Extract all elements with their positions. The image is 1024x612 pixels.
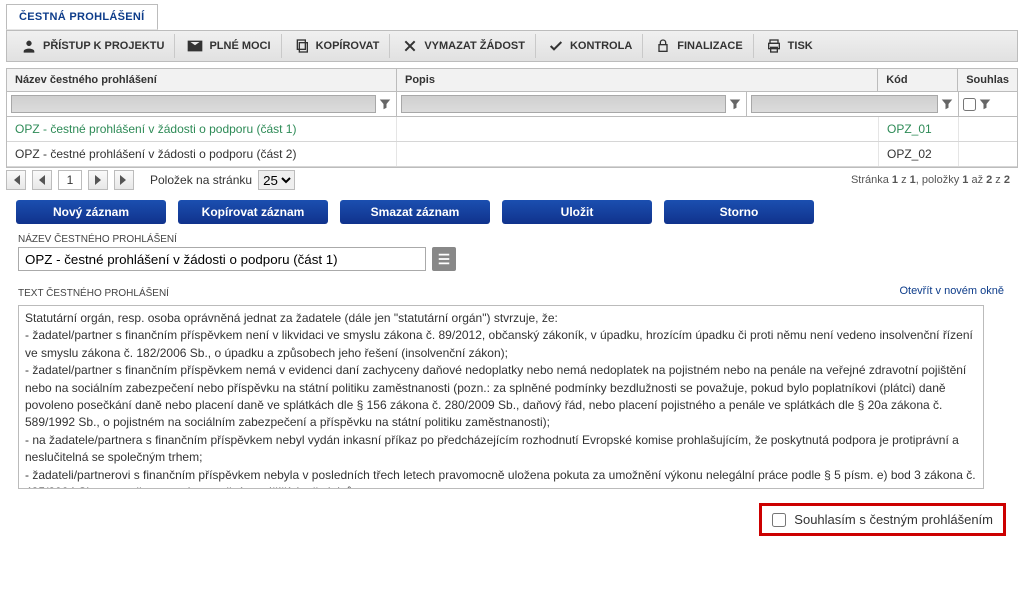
toolbar-label: KOPÍROVAT	[316, 40, 380, 52]
text-label: TEXT ČESTNÉHO PROHLÁŠENÍ	[18, 288, 169, 299]
toolbar-label: PLNÉ MOCI	[209, 40, 270, 52]
x-icon	[402, 38, 418, 54]
new-record-button[interactable]: Nový záznam	[16, 200, 166, 224]
pager-last[interactable]	[114, 170, 134, 190]
action-bar: Nový záznam Kopírovat záznam Smazat zázn…	[16, 200, 1008, 224]
table-row[interactable]: OPZ - čestné prohlášení v žádosti o podp…	[7, 117, 1017, 142]
pager-next[interactable]	[88, 170, 108, 190]
lock-icon	[655, 38, 671, 54]
toolbar-delete[interactable]: VYMAZAT ŽÁDOST	[392, 34, 536, 58]
toolbar-access-project[interactable]: PŘÍSTUP K PROJEKTU	[11, 34, 175, 58]
agree-label: Souhlasím s čestným prohlášením	[794, 512, 993, 527]
cell-code: OPZ_02	[879, 142, 959, 166]
cell-desc	[397, 142, 879, 166]
filter-code[interactable]	[751, 95, 938, 113]
copy-icon	[294, 38, 310, 54]
grid-header: Název čestného prohlášení Popis Kód Souh…	[7, 69, 1017, 92]
toolbar-poa[interactable]: PLNÉ MOCI	[177, 34, 281, 58]
per-page-label: Položek na stránku	[150, 173, 252, 187]
cell-name: OPZ - čestné prohlášení v žádosti o podp…	[7, 142, 397, 166]
pager-first[interactable]	[6, 170, 26, 190]
filter-desc[interactable]	[401, 95, 726, 113]
filter-agree[interactable]	[963, 98, 976, 111]
toolbar-label: FINALIZACE	[677, 40, 742, 52]
cell-name: OPZ - čestné prohlášení v žádosti o podp…	[7, 117, 397, 141]
envelope-icon	[187, 38, 203, 54]
table-row[interactable]: OPZ - čestné prohlášení v žádosti o podp…	[7, 142, 1017, 167]
save-button[interactable]: Uložit	[502, 200, 652, 224]
agree-checkbox[interactable]	[772, 513, 786, 527]
col-header-name[interactable]: Název čestného prohlášení	[7, 69, 397, 91]
pager-info: Stránka 1 z 1, položky 1 až 2 z 2	[851, 174, 1018, 186]
col-header-desc[interactable]: Popis	[397, 69, 878, 91]
cancel-button[interactable]: Storno	[664, 200, 814, 224]
col-header-code[interactable]: Kód	[878, 69, 958, 91]
cell-agree	[959, 142, 1017, 166]
filter-icon[interactable]	[940, 97, 954, 111]
toolbar-label: VYMAZAT ŽÁDOST	[424, 40, 525, 52]
filter-icon[interactable]	[728, 97, 742, 111]
page-tab: ČESTNÁ PROHLÁŠENÍ	[6, 4, 158, 30]
list-lookup-button[interactable]	[432, 247, 456, 271]
toolbar-print[interactable]: TISK	[756, 34, 823, 58]
toolbar-label: TISK	[788, 40, 813, 52]
delete-record-button[interactable]: Smazat záznam	[340, 200, 490, 224]
declaration-text[interactable]: Statutární orgán, resp. osoba oprávněná …	[18, 305, 984, 489]
grid-filter-row	[7, 92, 1017, 117]
open-new-window-link[interactable]: Otevřít v novém okně	[899, 285, 1004, 297]
cell-agree	[959, 117, 1017, 141]
toolbar: PŘÍSTUP K PROJEKTU PLNÉ MOCI KOPÍROVAT V…	[6, 30, 1018, 62]
filter-icon[interactable]	[978, 97, 992, 111]
toolbar-check[interactable]: KONTROLA	[538, 34, 643, 58]
printer-icon	[766, 38, 782, 54]
filter-name[interactable]	[11, 95, 376, 113]
toolbar-finalize[interactable]: FINALIZACE	[645, 34, 753, 58]
name-label: NÁZEV ČESTNÉHO PROHLÁŠENÍ	[18, 234, 1024, 245]
per-page-select[interactable]: 25	[258, 170, 295, 190]
pager-current[interactable]: 1	[58, 170, 82, 190]
agree-box[interactable]: Souhlasím s čestným prohlášením	[759, 503, 1006, 536]
copy-record-button[interactable]: Kopírovat záznam	[178, 200, 328, 224]
cell-code: OPZ_01	[879, 117, 959, 141]
cell-desc	[397, 117, 879, 141]
people-icon	[21, 38, 37, 54]
declarations-grid: Název čestného prohlášení Popis Kód Souh…	[6, 68, 1018, 168]
toolbar-copy[interactable]: KOPÍROVAT	[284, 34, 391, 58]
toolbar-label: PŘÍSTUP K PROJEKTU	[43, 40, 164, 52]
declaration-name-field[interactable]	[18, 247, 426, 271]
check-icon	[548, 38, 564, 54]
filter-icon[interactable]	[378, 97, 392, 111]
toolbar-label: KONTROLA	[570, 40, 632, 52]
col-header-agree[interactable]: Souhlas	[958, 69, 1017, 91]
pager: 1 Položek na stránku 25 Stránka 1 z 1, p…	[6, 170, 1018, 190]
pager-prev[interactable]	[32, 170, 52, 190]
